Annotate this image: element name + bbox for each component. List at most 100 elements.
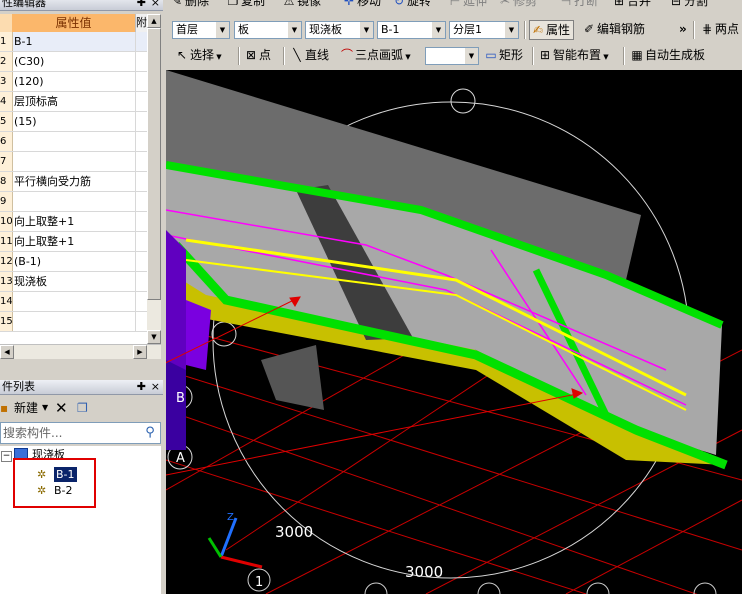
search-icon[interactable]: ⚲: [142, 425, 158, 441]
property-value[interactable]: (15): [14, 112, 132, 131]
type-select[interactable]: 现浇板 ▼: [305, 21, 374, 39]
property-value[interactable]: (C30): [14, 52, 132, 71]
smart-layout-button[interactable]: ⊞ 智能布置 ▼: [537, 45, 609, 65]
component-panel-title: 件列表: [2, 380, 35, 393]
property-vertical-scrollbar[interactable]: ▲ ▼: [147, 14, 161, 344]
collapse-icon[interactable]: −: [1, 451, 12, 462]
property-row[interactable]: 10 向上取整+1: [0, 212, 147, 232]
layer-select[interactable]: 分层1 ▼: [449, 21, 519, 39]
point-button[interactable]: ⊠ 点: [243, 45, 271, 65]
property-row[interactable]: 1 B-1: [0, 32, 147, 52]
property-grid-header: 属性值 附: [0, 14, 148, 33]
property-row[interactable]: 3 (120): [0, 72, 147, 92]
more-icon[interactable]: »: [679, 19, 687, 39]
row-number: 14: [0, 292, 13, 311]
property-value[interactable]: (B-1): [14, 252, 132, 271]
row-number: 7: [0, 152, 13, 171]
rect-button[interactable]: ▭ 矩形: [483, 45, 523, 65]
copy-button[interactable]: ❐ 复制: [225, 0, 265, 11]
separator: [623, 47, 625, 65]
property-horizontal-scrollbar[interactable]: ◀ ▶: [0, 344, 161, 359]
mirror-button[interactable]: ⚠ 镜像: [281, 0, 321, 11]
split-button[interactable]: ⊟ 分割: [668, 0, 708, 11]
close-icon[interactable]: ×: [151, 380, 160, 394]
property-value[interactable]: [14, 312, 132, 331]
property-button[interactable]: ✍ 属性: [529, 20, 575, 40]
property-row[interactable]: 13 现浇板: [0, 272, 147, 292]
break-button[interactable]: ⊣ 打断: [558, 0, 598, 11]
draw-toolbar: ↖ 选择 ▼ ⊠ 点 ╲ 直线 ⌒ 三点画弧 ▼ ▼ ▭ 矩形 ⊞ 智能布置 ▼ ▦ 自动生成…: [163, 45, 742, 67]
select-button[interactable]: ↖ 选择 ▼: [174, 45, 222, 65]
scroll-thumb[interactable]: [147, 28, 161, 300]
new-button[interactable]: 新建: [14, 399, 38, 417]
property-value[interactable]: [14, 152, 132, 171]
close-icon[interactable]: ×: [151, 0, 160, 10]
property-row[interactable]: 6: [0, 132, 147, 152]
separator: [524, 21, 526, 39]
arc-button[interactable]: ⌒ 三点画弧 ▼: [339, 45, 411, 65]
highlight-box: [13, 458, 96, 508]
row-number: 10: [0, 212, 13, 231]
extend-button[interactable]: ⊢ 延伸: [447, 0, 487, 11]
property-value[interactable]: 向上取整+1: [14, 232, 132, 251]
property-value-header: 属性值: [12, 14, 135, 32]
edit-rebar-button[interactable]: ✐ 编辑钢筋: [581, 19, 645, 39]
property-row[interactable]: 4 层顶标高: [0, 92, 147, 112]
property-value[interactable]: 现浇板: [14, 272, 132, 291]
arc-option-select[interactable]: ▼: [425, 47, 479, 65]
property-value[interactable]: [14, 192, 132, 211]
two-point-button[interactable]: ⋕ 两点: [699, 19, 739, 39]
category-select[interactable]: 板 ▼: [234, 21, 302, 39]
property-row[interactable]: 15: [0, 312, 147, 332]
component-select[interactable]: B-1 ▼: [377, 21, 446, 39]
line-button[interactable]: ╲ 直线: [289, 45, 329, 65]
search-input[interactable]: 搜索构件...: [3, 423, 62, 443]
3d-viewport[interactable]: Z 3000 3000 A B 1: [166, 70, 742, 594]
row-number: 1: [0, 32, 13, 51]
property-value[interactable]: 向上取整+1: [14, 212, 132, 231]
chevron-down-icon[interactable]: ▼: [42, 399, 48, 417]
rect-icon: ▭: [485, 48, 497, 62]
property-value[interactable]: [14, 292, 132, 311]
scroll-right-icon[interactable]: ▶: [133, 345, 147, 359]
merge-button[interactable]: ⊞ 合并: [611, 0, 651, 11]
move-button[interactable]: ✛ 移动: [341, 0, 381, 11]
property-value[interactable]: (120): [14, 72, 132, 91]
axis-label-1: 1: [255, 575, 263, 590]
property-row[interactable]: 7: [0, 152, 147, 172]
copy-icon[interactable]: ❐: [77, 399, 88, 417]
property-value[interactable]: 层顶标高: [14, 92, 132, 111]
floor-select[interactable]: 首层 ▼: [172, 21, 230, 39]
rotate-button[interactable]: ↻ 旋转: [391, 0, 431, 11]
axis-label-b: B: [176, 391, 185, 406]
smart-layout-icon: ⊞: [539, 48, 551, 62]
scroll-down-icon[interactable]: ▼: [147, 330, 161, 344]
property-value[interactable]: [14, 132, 132, 151]
property-row[interactable]: 2 (C30): [0, 52, 147, 72]
property-row[interactable]: 11 向上取整+1: [0, 232, 147, 252]
property-row[interactable]: 8 平行横向受力筋: [0, 172, 147, 192]
pin-icon[interactable]: ✚: [137, 0, 146, 10]
new-icon[interactable]: ▪: [0, 399, 8, 417]
chevron-down-icon: ▼: [216, 22, 229, 38]
property-row[interactable]: 14: [0, 292, 147, 312]
auto-generate-icon: ▦: [631, 48, 643, 62]
auto-generate-button[interactable]: ▦ 自动生成板: [629, 45, 705, 65]
property-row[interactable]: 5 (15): [0, 112, 147, 132]
scroll-left-icon[interactable]: ◀: [0, 345, 14, 359]
property-value[interactable]: B-1: [14, 32, 132, 51]
pin-icon[interactable]: ✚: [137, 380, 146, 394]
copy-icon: ❐: [227, 0, 239, 8]
trim-button[interactable]: ✂ 修剪: [497, 0, 537, 11]
property-row[interactable]: 12 (B-1): [0, 252, 147, 272]
property-value[interactable]: 平行横向受力筋: [14, 172, 132, 191]
row-number: 3: [0, 72, 13, 91]
delete-icon[interactable]: ✕: [55, 399, 68, 417]
scroll-up-icon[interactable]: ▲: [147, 14, 161, 28]
trim-icon: ✂: [499, 0, 511, 8]
column-cap: [186, 300, 211, 370]
delete-button[interactable]: ✎ 删除: [169, 0, 209, 11]
component-search-box[interactable]: 搜索构件... ⚲: [0, 422, 161, 444]
property-row[interactable]: 9: [0, 192, 147, 212]
separator: [283, 47, 285, 65]
